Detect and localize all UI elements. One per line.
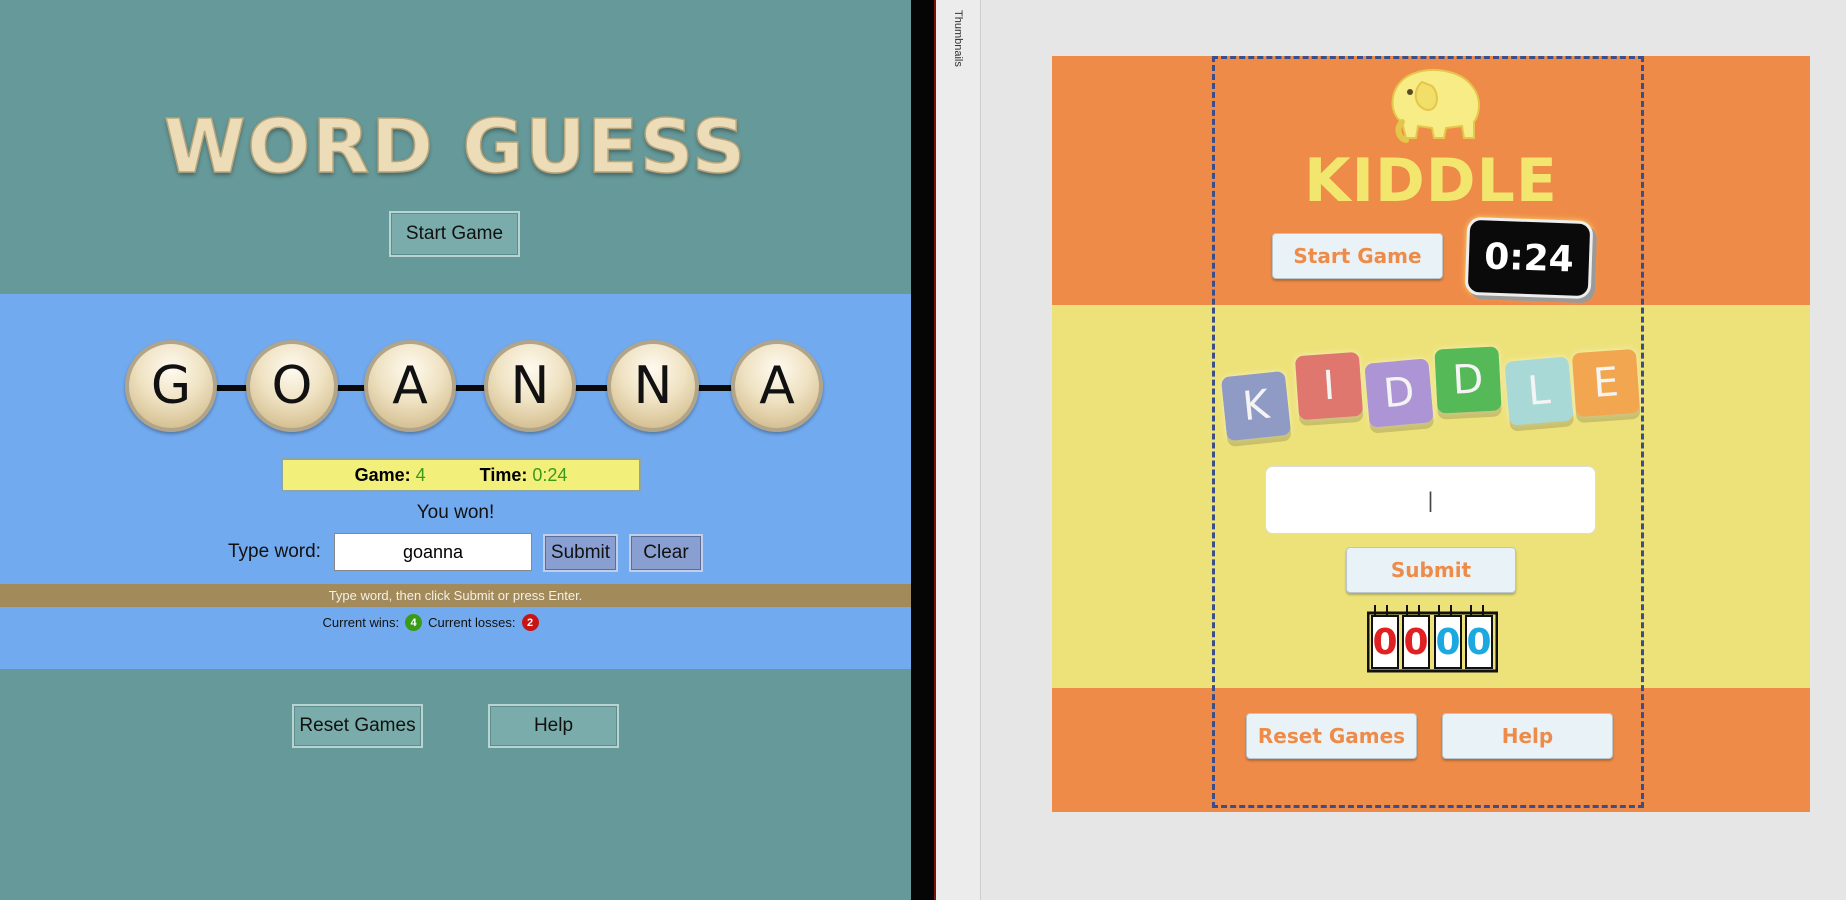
instruction-bar: Type word, then click Submit or press En…: [0, 584, 911, 607]
game-label: Game:: [354, 464, 411, 485]
selection-frame[interactable]: [1212, 56, 1644, 808]
letter-tile: A: [731, 340, 823, 432]
letter-tile: O: [246, 340, 338, 432]
help-button[interactable]: Help: [488, 704, 619, 748]
losses-badge: 2: [521, 614, 539, 631]
letter-tile: A: [364, 340, 456, 432]
thumbnails-pane[interactable]: [936, 0, 981, 900]
thumbnails-label: Thumbnails: [952, 10, 964, 67]
word-guess-app: WORD GUESS Start Game G O A N N A Game: …: [0, 0, 911, 900]
game-value: 4: [415, 464, 426, 485]
time-label: Time:: [479, 464, 528, 485]
app-title: WORD GUESS: [163, 103, 748, 191]
reset-games-button[interactable]: Reset Games: [292, 704, 423, 748]
letter-tile: G: [125, 340, 217, 432]
word-input[interactable]: [334, 533, 532, 571]
type-word-label: Type word:: [228, 541, 321, 562]
clear-button[interactable]: Clear: [629, 534, 703, 572]
wins-badge: 4: [405, 614, 423, 631]
losses-label: Current losses:: [428, 615, 516, 630]
score-row: Current wins: 4 Current losses: 2: [0, 614, 911, 631]
time-readout: Time: 0:24: [480, 465, 568, 486]
submit-button[interactable]: Submit: [543, 534, 618, 572]
time-value: 0:24: [532, 464, 568, 485]
letter-tile: N: [484, 340, 576, 432]
window-divider[interactable]: [911, 0, 936, 900]
game-counter: Game: 4: [355, 465, 426, 486]
start-game-button[interactable]: Start Game: [389, 211, 520, 257]
wins-label: Current wins:: [322, 615, 400, 630]
result-message: You won!: [416, 502, 495, 523]
kiddle-slide: KIDDLE Start Game 0:24 K I D D L E Submi…: [1052, 56, 1810, 812]
game-status-box: Game: 4 Time: 0:24: [281, 458, 641, 492]
letter-tile: N: [607, 340, 699, 432]
